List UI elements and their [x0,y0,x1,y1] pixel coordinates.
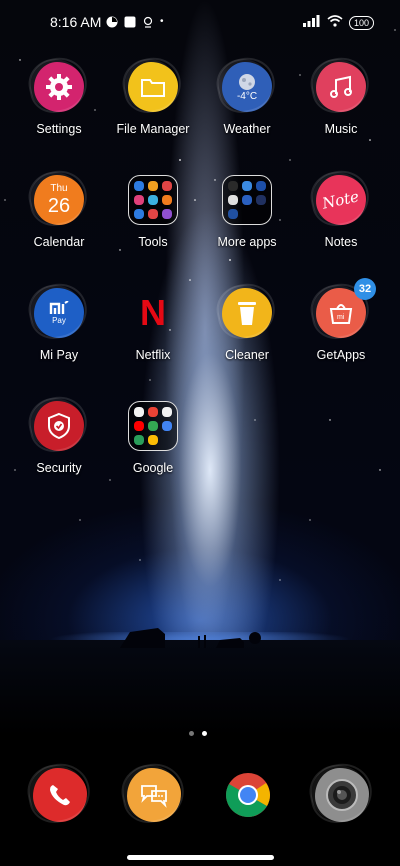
clock: 8:16 AM [50,14,102,30]
app-mi-pay[interactable]: Pay Mi Pay [11,288,107,362]
folder-grid-icon [128,401,178,451]
battery-indicator: 100 [348,16,374,30]
app-calendar[interactable]: Thu 26 Calendar [11,175,107,249]
calendar-day: Thu [50,183,68,194]
location-icon [142,15,154,28]
folder-label: Google [132,461,174,475]
dock-camera[interactable] [315,768,369,822]
weather-icon: -4°C [222,62,272,112]
svg-text:mi: mi [337,314,345,321]
app-label: Security [36,461,82,475]
app-label: Calendar [33,235,85,249]
signal-icon [302,14,321,32]
gear-icon [34,62,84,112]
page-dot[interactable] [189,731,194,736]
weather-temp: -4°C [236,90,258,102]
folder-more-apps[interactable]: More apps [199,175,295,249]
netflix-icon: N [140,292,166,333]
shield-icon [34,401,84,451]
wifi-icon [327,14,343,32]
mi-pay-icon: Pay [34,288,84,338]
notification-badge: 32 [354,278,376,300]
chrome-icon [221,768,275,822]
app-label: File Manager [116,122,190,136]
music-note-icon [316,62,366,112]
notification-dot-icon: • [160,15,164,27]
app-cleaner[interactable]: Cleaner [199,288,295,362]
home-indicator[interactable] [127,855,274,860]
folder-grid-icon [222,175,272,225]
calendar-icon: Thu 26 [34,175,84,225]
silhouette [120,628,261,648]
app-security[interactable]: Security [11,401,107,475]
calendar-date: 26 [47,195,71,217]
app-label: Notes [324,235,358,249]
dock-chrome[interactable] [221,768,275,822]
folder-tools[interactable]: Tools [105,175,201,249]
app-music[interactable]: Music [293,62,389,136]
messaging-icon [127,768,181,822]
dock-phone[interactable] [33,768,87,822]
trash-icon [222,288,272,338]
folder-grid-icon [128,175,178,225]
app-label: GetApps [316,348,366,362]
camera-icon [315,768,369,822]
app-notification-icon [124,15,136,28]
app-notes[interactable]: Note Notes [293,175,389,249]
page-dot-active[interactable] [202,731,207,736]
status-bar: 8:16 AM • 100 [0,0,400,44]
app-file-manager[interactable]: File Manager [105,62,201,136]
app-settings[interactable]: Settings [11,62,107,136]
phone-icon [33,768,87,822]
app-netflix[interactable]: N Netflix [105,288,201,362]
app-label: Settings [36,122,82,136]
app-label: Music [324,122,358,136]
app-label: Mi Pay [39,348,79,362]
data-saver-icon [106,15,118,28]
folder-google[interactable]: Google [105,401,201,475]
app-weather[interactable]: -4°C Weather [199,62,295,136]
app-label: Weather [223,122,271,136]
folder-label: More apps [217,235,277,249]
notes-icon: Note [321,187,361,213]
app-label: Netflix [135,348,171,362]
page-indicator[interactable] [189,731,207,736]
app-getapps[interactable]: mi 32 GetApps [293,278,389,362]
dock-messaging[interactable] [127,768,181,822]
app-label: Cleaner [225,348,269,362]
folder-icon [128,62,178,112]
folder-label: Tools [138,235,168,249]
